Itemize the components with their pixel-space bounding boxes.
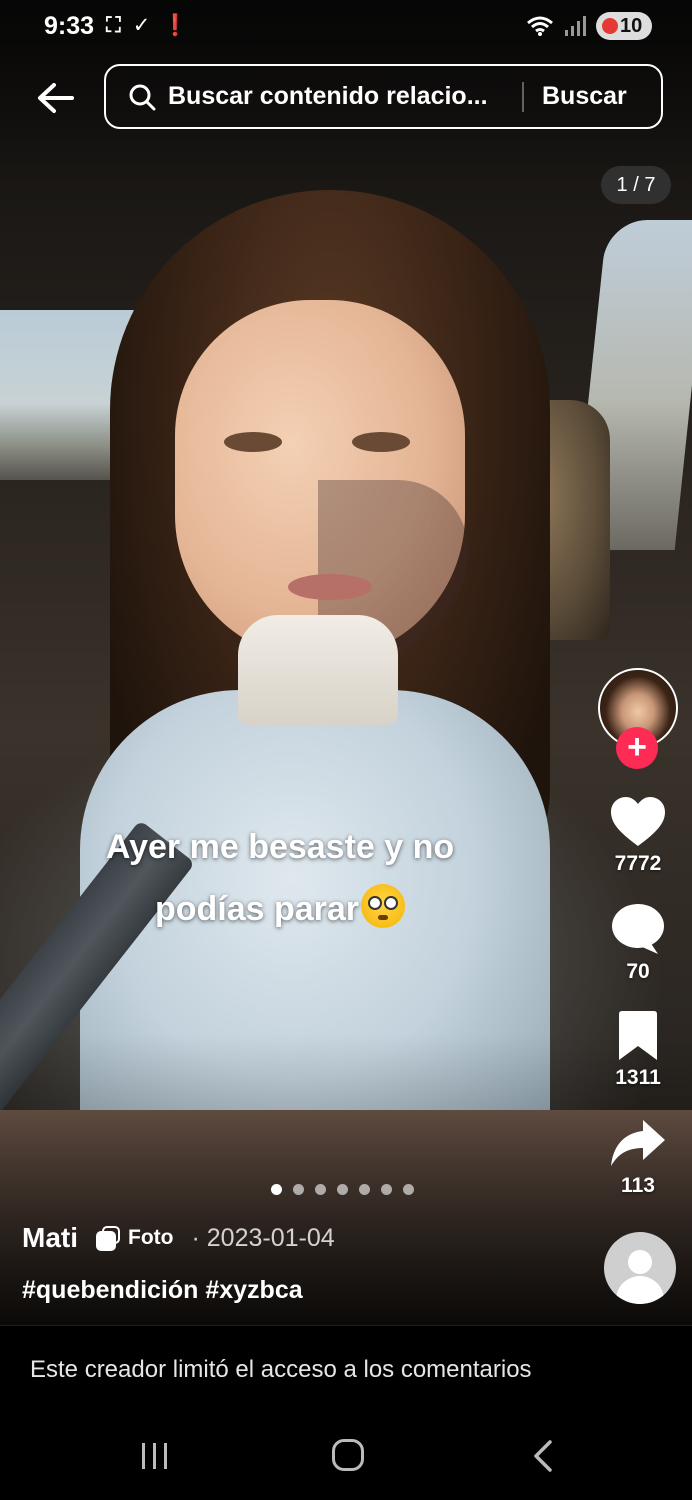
comment-bubble-icon <box>612 904 664 954</box>
like-count: 7772 <box>614 852 662 875</box>
status-icons-left: ⛶ ✓ ❗ <box>106 14 188 38</box>
carousel-dot-5[interactable] <box>359 1184 370 1195</box>
author-name[interactable]: Mati <box>22 1222 78 1254</box>
tiktok-photo-post-screen: 9:33 ⛶ ✓ ❗ 10 Buscar contenido relacio..… <box>0 0 692 1500</box>
system-navigation-bar <box>0 1415 692 1500</box>
comments-restricted-notice: Este creador limitó el acceso a los come… <box>0 1325 692 1415</box>
heart-icon <box>611 797 665 846</box>
nav-back-icon[interactable] <box>528 1439 558 1473</box>
carousel-dot-3[interactable] <box>315 1184 326 1195</box>
share-count: 113 <box>621 1174 655 1197</box>
flushed-face-emoji-icon <box>361 884 406 928</box>
post-caption-overlay: Ayer me besaste y no podías parar <box>60 816 500 940</box>
photo-gradient-overlay <box>0 0 692 1325</box>
search-button[interactable]: Buscar <box>542 82 627 111</box>
save-button[interactable]: 1311 <box>604 1010 672 1090</box>
alert-icon: ❗ <box>162 14 189 37</box>
carousel-page-counter: 1 / 7 <box>601 166 671 204</box>
share-button[interactable]: 113 <box>604 1118 672 1198</box>
save-count: 1311 <box>615 1066 661 1089</box>
signal-icon <box>564 15 586 37</box>
screenshot-icon: ⛶ <box>106 14 121 37</box>
share-arrow-icon <box>611 1120 665 1166</box>
check-icon: ✓ <box>132 14 151 37</box>
like-button[interactable]: 7772 <box>604 796 672 876</box>
photo-type-badge: Foto <box>96 1226 174 1251</box>
carousel-dots <box>271 1184 414 1195</box>
search-input[interactable]: Buscar contenido relacio... <box>168 82 508 111</box>
default-user-body-icon <box>616 1276 664 1304</box>
battery-level: 10 <box>620 15 643 37</box>
comment-button[interactable]: 70 <box>604 902 672 984</box>
status-time: 9:33 <box>44 12 95 40</box>
carousel-dot-7[interactable] <box>403 1184 414 1195</box>
post-photo[interactable] <box>0 0 692 1325</box>
recent-apps-icon[interactable] <box>140 1441 170 1471</box>
carousel-dot-4[interactable] <box>337 1184 348 1195</box>
comment-count: 70 <box>626 960 650 983</box>
battery-icon: 10 <box>596 12 652 40</box>
back-arrow-icon[interactable] <box>34 76 78 120</box>
status-icons-right: 10 <box>526 12 652 40</box>
wifi-icon <box>526 15 554 37</box>
default-user-head-icon <box>628 1250 652 1274</box>
carousel-dot-6[interactable] <box>381 1184 392 1195</box>
battery-low-indicator <box>602 18 618 34</box>
status-bar: 9:33 ⛶ ✓ ❗ 10 <box>0 0 692 56</box>
sound-disc-avatar[interactable] <box>604 1232 676 1304</box>
search-icon <box>129 84 156 110</box>
photo-type-label: Foto <box>128 1226 174 1249</box>
photo-stack-icon <box>96 1226 122 1251</box>
home-icon[interactable] <box>332 1439 364 1471</box>
post-date: · 2023-01-04 <box>191 1223 335 1252</box>
caption-line-1: Ayer me besaste y no <box>105 828 455 866</box>
carousel-dot-2[interactable] <box>293 1184 304 1195</box>
bookmark-icon <box>619 1011 657 1060</box>
search-divider <box>522 81 524 112</box>
caption-line-2-wrap: podías parar <box>60 878 500 940</box>
follow-plus-button[interactable]: + <box>616 727 658 769</box>
post-hashtags[interactable]: #quebendición #xyzbca <box>22 1276 303 1305</box>
search-bar[interactable]: Buscar contenido relacio... Buscar <box>104 64 663 129</box>
post-author-row: Mati Foto · 2023-01-04 <box>22 1222 335 1254</box>
caption-line-2: podías parar <box>154 890 360 928</box>
carousel-dot-1[interactable] <box>271 1184 282 1195</box>
